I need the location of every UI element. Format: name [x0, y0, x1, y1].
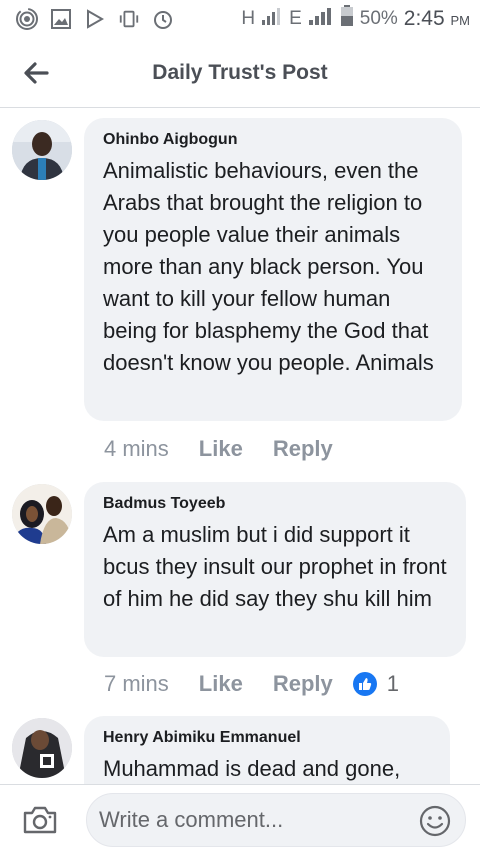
reply-button[interactable]: Reply	[273, 671, 333, 697]
hotspot-icon	[16, 8, 38, 30]
comment-actions: 4 mins Like Reply	[104, 436, 363, 462]
comment-text: Muhammad is dead and gone,	[103, 756, 401, 781]
network-type-2: E	[289, 8, 302, 29]
like-button[interactable]: Like	[199, 436, 243, 462]
signal-icon-2	[308, 6, 334, 32]
network-type: H	[241, 8, 256, 29]
like-button[interactable]: Like	[199, 671, 243, 697]
comment-bubble: Badmus Toyeeb Am a muslim but i did supp…	[84, 482, 466, 657]
comment-text: Animalistic behaviours, even the Arabs t…	[103, 158, 434, 375]
avatar[interactable]	[12, 718, 72, 778]
gallery-icon	[50, 8, 72, 30]
play-store-icon	[84, 8, 106, 30]
vibrate-icon	[118, 8, 140, 30]
comment-composer	[0, 784, 480, 854]
comment-field-wrapper	[86, 793, 466, 847]
comment-time: 7 mins	[104, 671, 169, 696]
clock-ampm: PM	[450, 13, 471, 28]
clock-time: 2:45	[403, 7, 445, 30]
signal-icon	[261, 6, 283, 32]
thumbs-up-icon[interactable]	[352, 672, 377, 696]
battery-level: 50%	[359, 8, 398, 29]
comment-actions: 7 mins Like Reply 1	[104, 671, 399, 697]
clock: 2:45 PM	[404, 7, 470, 31]
comment-author[interactable]: Ohinbo Aigbogun	[103, 131, 444, 149]
comment-author[interactable]: Badmus Toyeeb	[103, 495, 448, 513]
page-title: Daily Trust's Post	[152, 60, 328, 84]
status-bar: H E 50% 2:45 PM	[0, 0, 480, 38]
comment-text: Am a muslim but i did support it bcus th…	[103, 522, 447, 611]
reply-button[interactable]: Reply	[273, 436, 333, 462]
camera-icon	[23, 806, 57, 833]
back-button[interactable]	[0, 38, 72, 108]
comment-bubble: Ohinbo Aigbogun Animalistic behaviours, …	[84, 118, 462, 421]
alarm-icon	[152, 8, 174, 30]
back-arrow-icon	[24, 61, 49, 84]
avatar[interactable]	[12, 120, 72, 180]
comment-time: 4 mins	[104, 436, 169, 461]
emoji-icon[interactable]	[419, 805, 451, 837]
reaction-count[interactable]: 1	[387, 671, 399, 697]
battery-icon	[340, 5, 354, 33]
comment-author[interactable]: Henry Abimiku Emmanuel	[103, 729, 432, 747]
app-header: Daily Trust's Post	[0, 38, 480, 108]
comment-input[interactable]	[99, 807, 399, 833]
avatar[interactable]	[12, 484, 72, 544]
camera-button[interactable]	[0, 785, 80, 854]
